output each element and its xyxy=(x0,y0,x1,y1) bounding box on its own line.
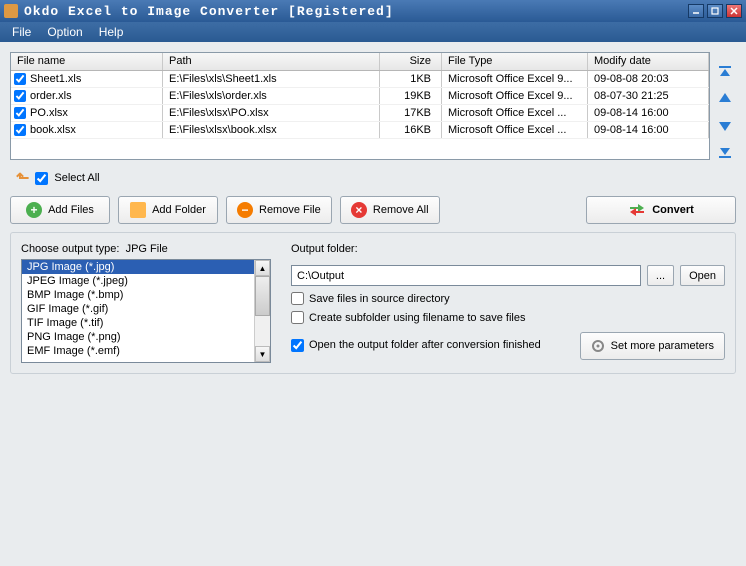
col-modifydate[interactable]: Modify date xyxy=(588,53,709,70)
cell-size: 1KB xyxy=(380,71,442,87)
row-checkbox[interactable] xyxy=(14,124,26,136)
minimize-button[interactable] xyxy=(688,4,704,18)
list-item[interactable]: BMP Image (*.bmp) xyxy=(22,288,254,302)
open-after-label: Open the output folder after conversion … xyxy=(309,339,541,351)
table-row[interactable]: book.xlsx E:\Files\xlsx\book.xlsx 16KB M… xyxy=(11,122,709,139)
scroll-up-icon[interactable]: ▲ xyxy=(255,260,270,276)
col-path[interactable]: Path xyxy=(163,53,380,70)
file-grid: File name Path Size File Type Modify dat… xyxy=(10,52,710,160)
cell-path: E:\Files\xls\Sheet1.xls xyxy=(163,71,380,87)
save-source-dir-checkbox[interactable] xyxy=(291,292,304,305)
cell-filename: order.xls xyxy=(30,90,72,102)
cell-size: 17KB xyxy=(380,105,442,121)
output-folder-label: Output folder: xyxy=(291,243,725,255)
list-item[interactable]: EMF Image (*.emf) xyxy=(22,344,254,358)
remove-file-button[interactable]: −Remove File xyxy=(226,196,332,224)
scroll-thumb[interactable] xyxy=(255,276,270,316)
menu-bar: File Option Help xyxy=(0,22,746,42)
close-button[interactable] xyxy=(726,4,742,18)
row-checkbox[interactable] xyxy=(14,73,26,85)
plus-icon: + xyxy=(26,202,42,218)
list-item[interactable]: GIF Image (*.gif) xyxy=(22,302,254,316)
cell-filename: book.xlsx xyxy=(30,124,76,136)
list-item[interactable]: TIF Image (*.tif) xyxy=(22,316,254,330)
x-icon: × xyxy=(351,202,367,218)
save-source-dir-label: Save files in source directory xyxy=(309,293,450,305)
menu-option[interactable]: Option xyxy=(39,23,90,41)
col-filetype[interactable]: File Type xyxy=(442,53,588,70)
cell-size: 19KB xyxy=(380,88,442,104)
cell-date: 09-08-08 20:03 xyxy=(588,71,709,87)
list-item[interactable]: JPEG Image (*.jpeg) xyxy=(22,274,254,288)
convert-icon xyxy=(628,203,646,217)
cell-type: Microsoft Office Excel 9... xyxy=(442,88,588,104)
col-size[interactable]: Size xyxy=(380,53,442,70)
menu-help[interactable]: Help xyxy=(91,23,132,41)
open-folder-button[interactable]: Open xyxy=(680,265,725,286)
remove-all-button[interactable]: ×Remove All xyxy=(340,196,440,224)
create-subfolder-label: Create subfolder using filename to save … xyxy=(309,312,525,324)
cell-date: 08-07-30 21:25 xyxy=(588,88,709,104)
gear-icon xyxy=(591,339,605,353)
cell-path: E:\Files\xlsx\book.xlsx xyxy=(163,122,380,138)
move-up-icon[interactable] xyxy=(716,90,734,108)
maximize-button[interactable] xyxy=(707,4,723,18)
convert-button[interactable]: Convert xyxy=(586,196,736,224)
list-item[interactable]: PNG Image (*.png) xyxy=(22,330,254,344)
select-all-label: Select All xyxy=(54,172,99,184)
cell-date: 09-08-14 16:00 xyxy=(588,105,709,121)
cell-path: E:\Files\xlsx\PO.xlsx xyxy=(163,105,380,121)
scroll-down-icon[interactable]: ▼ xyxy=(255,346,270,362)
cell-date: 09-08-14 16:00 xyxy=(588,122,709,138)
output-type-list[interactable]: JPG Image (*.jpg)JPEG Image (*.jpeg)BMP … xyxy=(21,259,271,363)
list-item[interactable]: JPG Image (*.jpg) xyxy=(22,260,254,274)
table-row[interactable]: PO.xlsx E:\Files\xlsx\PO.xlsx 17KB Micro… xyxy=(11,105,709,122)
content-area: File name Path Size File Type Modify dat… xyxy=(0,42,746,566)
choose-output-label: Choose output type: JPG File xyxy=(21,243,271,255)
cell-type: Microsoft Office Excel 9... xyxy=(442,71,588,87)
move-top-icon[interactable] xyxy=(716,64,734,82)
set-more-parameters-button[interactable]: Set more parameters xyxy=(580,332,725,360)
window-title: Okdo Excel to Image Converter [Registere… xyxy=(24,4,685,19)
select-all-checkbox[interactable] xyxy=(35,172,48,185)
cell-type: Microsoft Office Excel ... xyxy=(442,105,588,121)
table-row[interactable]: Sheet1.xls E:\Files\xls\Sheet1.xls 1KB M… xyxy=(11,71,709,88)
cell-filename: Sheet1.xls xyxy=(30,73,81,85)
grid-header: File name Path Size File Type Modify dat… xyxy=(11,53,709,71)
cell-type: Microsoft Office Excel ... xyxy=(442,122,588,138)
title-bar: Okdo Excel to Image Converter [Registere… xyxy=(0,0,746,22)
cell-filename: PO.xlsx xyxy=(30,107,68,119)
open-after-checkbox[interactable] xyxy=(291,339,304,352)
add-folder-button[interactable]: Add Folder xyxy=(118,196,218,224)
up-folder-icon[interactable]: ⬑ xyxy=(16,168,29,188)
col-filename[interactable]: File name xyxy=(11,53,163,70)
table-row[interactable]: order.xls E:\Files\xls\order.xls 19KB Mi… xyxy=(11,88,709,105)
add-files-button[interactable]: +Add Files xyxy=(10,196,110,224)
list-scrollbar[interactable]: ▲ ▼ xyxy=(254,260,270,362)
row-checkbox[interactable] xyxy=(14,90,26,102)
menu-file[interactable]: File xyxy=(4,23,39,41)
reorder-buttons xyxy=(714,52,736,160)
move-down-icon[interactable] xyxy=(716,116,734,134)
folder-icon xyxy=(130,202,146,218)
minus-icon: − xyxy=(237,202,253,218)
move-bottom-icon[interactable] xyxy=(716,142,734,160)
cell-size: 16KB xyxy=(380,122,442,138)
row-checkbox[interactable] xyxy=(14,107,26,119)
browse-button[interactable]: ... xyxy=(647,265,674,286)
output-folder-input[interactable] xyxy=(291,265,641,286)
cell-path: E:\Files\xls\order.xls xyxy=(163,88,380,104)
create-subfolder-checkbox[interactable] xyxy=(291,311,304,324)
app-icon xyxy=(4,4,18,18)
